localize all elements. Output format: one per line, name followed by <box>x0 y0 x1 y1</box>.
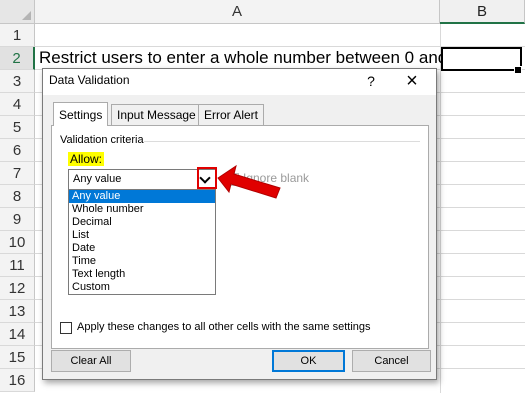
option-custom[interactable]: Custom <box>69 281 215 294</box>
select-all-corner[interactable] <box>0 0 35 24</box>
row-header-9[interactable]: 9 <box>0 208 35 231</box>
option-any-value[interactable]: Any value <box>69 190 215 203</box>
option-whole-number[interactable]: Whole number <box>69 203 215 216</box>
row-header-15[interactable]: 15 <box>0 346 35 369</box>
row-header-7[interactable]: 7 <box>0 162 35 185</box>
fill-handle[interactable] <box>514 66 522 74</box>
row-header-8[interactable]: 8 <box>0 185 35 208</box>
row-header-14[interactable]: 14 <box>0 323 35 346</box>
row-header-4[interactable]: 4 <box>0 93 35 116</box>
row-header-5[interactable]: 5 <box>0 116 35 139</box>
settings-panel: Validation criteria Allow: Any value ✓ I… <box>51 125 429 349</box>
row-header-6[interactable]: 6 <box>0 139 35 162</box>
red-arrow-icon <box>217 164 281 199</box>
validation-criteria-label: Validation criteria <box>60 134 144 146</box>
option-list[interactable]: List <box>69 229 215 242</box>
row-header-3[interactable]: 3 <box>0 70 35 93</box>
tab-error-alert[interactable]: Error Alert <box>198 104 265 125</box>
row-header-11[interactable]: 11 <box>0 254 35 277</box>
column-header-b[interactable]: B <box>440 0 525 24</box>
row-header-1[interactable]: 1 <box>0 24 35 47</box>
gridline <box>440 24 441 393</box>
divider <box>144 141 420 142</box>
allow-combobox[interactable]: Any value <box>68 169 216 190</box>
dialog-title: Data Validation <box>49 73 130 87</box>
dialog-titlebar[interactable]: Data Validation ? × <box>43 69 436 95</box>
tab-settings[interactable]: Settings <box>53 102 109 126</box>
help-button[interactable]: ? <box>361 71 381 91</box>
clear-all-button[interactable]: Clear All <box>51 350 131 372</box>
data-validation-dialog: Data Validation ? × Settings Input Messa… <box>42 68 437 380</box>
apply-all-label: Apply these changes to all other cells w… <box>77 321 371 333</box>
option-date[interactable]: Date <box>69 242 215 255</box>
row-header-13[interactable]: 13 <box>0 300 35 323</box>
row-header-2[interactable]: 2 <box>0 47 35 70</box>
allow-label: Allow: <box>68 152 105 166</box>
allow-options-list[interactable]: Any value Whole number Decimal List Date… <box>68 189 216 295</box>
row-header-16[interactable]: 16 <box>0 369 35 392</box>
close-button[interactable]: × <box>401 70 423 92</box>
row-header-12[interactable]: 12 <box>0 277 35 300</box>
allow-combobox-value: Any value <box>73 173 122 185</box>
option-text-length[interactable]: Text length <box>69 268 215 281</box>
apply-all-checkbox[interactable] <box>60 322 72 334</box>
column-header-a[interactable]: A <box>35 0 440 24</box>
cell-b2-selected[interactable] <box>441 47 522 71</box>
cell-a2[interactable]: Restrict users to enter a whole number b… <box>39 46 476 69</box>
row-header-10[interactable]: 10 <box>0 231 35 254</box>
option-time[interactable]: Time <box>69 255 215 268</box>
option-decimal[interactable]: Decimal <box>69 216 215 229</box>
cancel-button[interactable]: Cancel <box>352 350 431 372</box>
ok-button[interactable]: OK <box>272 350 345 372</box>
tab-input-message[interactable]: Input Message <box>111 104 202 125</box>
